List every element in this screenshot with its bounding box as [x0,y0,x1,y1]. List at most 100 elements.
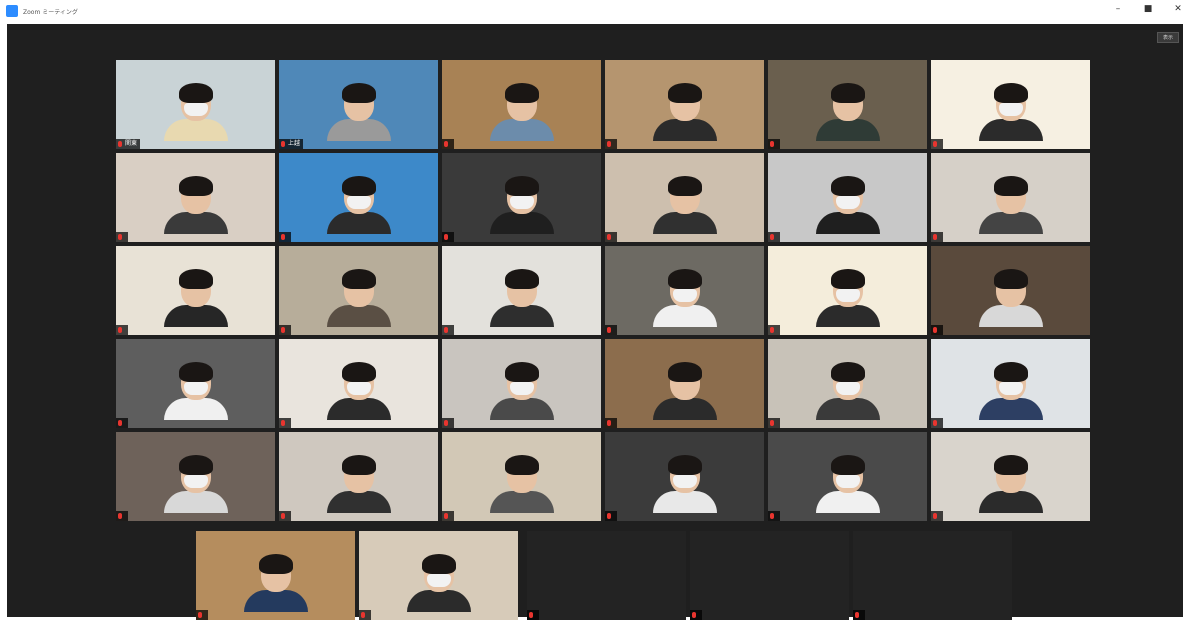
face-mask [346,382,371,395]
muted-mic-icon [444,141,448,147]
face-mask [509,196,534,209]
participant-tile[interactable] [442,432,601,521]
participant-tile[interactable] [116,153,275,242]
participant-name-label [279,325,291,335]
participant-hair [667,83,702,103]
participant-body [326,305,391,327]
participant-tile[interactable] [768,339,927,428]
muted-mic-icon [607,420,611,426]
participant-tile[interactable] [768,60,927,149]
face-mask [835,382,860,395]
participant-tile[interactable]: 関東 [116,60,275,149]
participant-name-label [931,139,943,149]
muted-mic-icon [118,327,122,333]
participant-tile[interactable] [931,153,1090,242]
face-mask [835,196,860,209]
participant-tile[interactable] [931,60,1090,149]
muted-mic-icon [933,327,937,333]
participant-tile[interactable] [605,153,764,242]
participant-tile[interactable] [931,432,1090,521]
participant-name-label [768,325,780,335]
muted-mic-icon [770,234,774,240]
participant-body [652,305,717,327]
participant-hair [830,176,865,196]
participant-tile[interactable] [279,246,438,335]
muted-mic-icon [933,420,937,426]
participant-body [163,398,228,420]
participant-hair [178,83,213,103]
participant-tile[interactable] [442,246,601,335]
muted-mic-icon [444,327,448,333]
muted-mic-icon [281,420,285,426]
participant-tile[interactable] [690,531,849,620]
participant-tile[interactable] [442,153,601,242]
participant-name-label [442,418,454,428]
participant-tile[interactable] [527,531,686,620]
participant-hair [178,455,213,475]
participant-tile[interactable] [116,246,275,335]
muted-mic-icon [855,612,859,618]
muted-mic-icon [281,141,285,147]
participant-tile[interactable] [359,531,518,620]
participant-tile[interactable] [116,432,275,521]
participant-video [652,81,717,141]
muted-mic-icon [281,513,285,519]
close-button[interactable]: ✕ [1172,4,1184,14]
participant-tile[interactable]: 上越 [279,60,438,149]
participant-hair [504,176,539,196]
participant-video [652,174,717,234]
maximize-button[interactable]: ■ [1142,4,1154,14]
participant-name-label [768,511,780,521]
participant-tile[interactable] [279,339,438,428]
face-mask [835,289,860,302]
face-mask [426,574,451,587]
participant-video [815,360,880,420]
participant-hair [258,554,293,574]
participant-tile[interactable] [931,339,1090,428]
participant-name-label [442,511,454,521]
face-mask [509,382,534,395]
participant-hair [421,554,456,574]
participant-tile[interactable] [605,60,764,149]
participant-tile[interactable] [116,339,275,428]
window-title: Zoom ミーティング [23,8,78,16]
participant-video [815,453,880,513]
view-toggle-button[interactable]: 表示 [1157,32,1179,43]
participant-tile[interactable] [196,531,355,620]
participant-body [489,305,554,327]
participant-video [406,552,471,612]
participant-video [326,267,391,327]
participant-body [163,212,228,234]
minimize-button[interactable]: – [1112,4,1124,14]
participant-hair [504,83,539,103]
participant-tile[interactable] [442,339,601,428]
participant-hair [993,362,1028,382]
muted-mic-icon [118,513,122,519]
participant-name-label [931,232,943,242]
participant-body [326,119,391,141]
participant-video [489,453,554,513]
participant-body [978,491,1043,513]
participant-tile[interactable] [605,339,764,428]
participant-tile[interactable] [853,531,1012,620]
participant-tile[interactable] [605,432,764,521]
participant-tile[interactable] [605,246,764,335]
participant-tile[interactable] [768,153,927,242]
muted-mic-icon [607,234,611,240]
zoom-app-icon [6,5,18,17]
participant-tile[interactable] [442,60,601,149]
participant-tile[interactable] [279,153,438,242]
muted-mic-icon [607,327,611,333]
participant-tile[interactable] [768,432,927,521]
participant-video [163,453,228,513]
muted-mic-icon [770,513,774,519]
participant-tile[interactable] [931,246,1090,335]
participant-hair [993,176,1028,196]
participant-name-label [116,325,128,335]
participant-name-label [359,610,371,620]
participant-tile[interactable] [768,246,927,335]
face-mask [183,382,208,395]
participant-tile[interactable] [279,432,438,521]
participant-hair [830,362,865,382]
participant-name-label [196,610,208,620]
